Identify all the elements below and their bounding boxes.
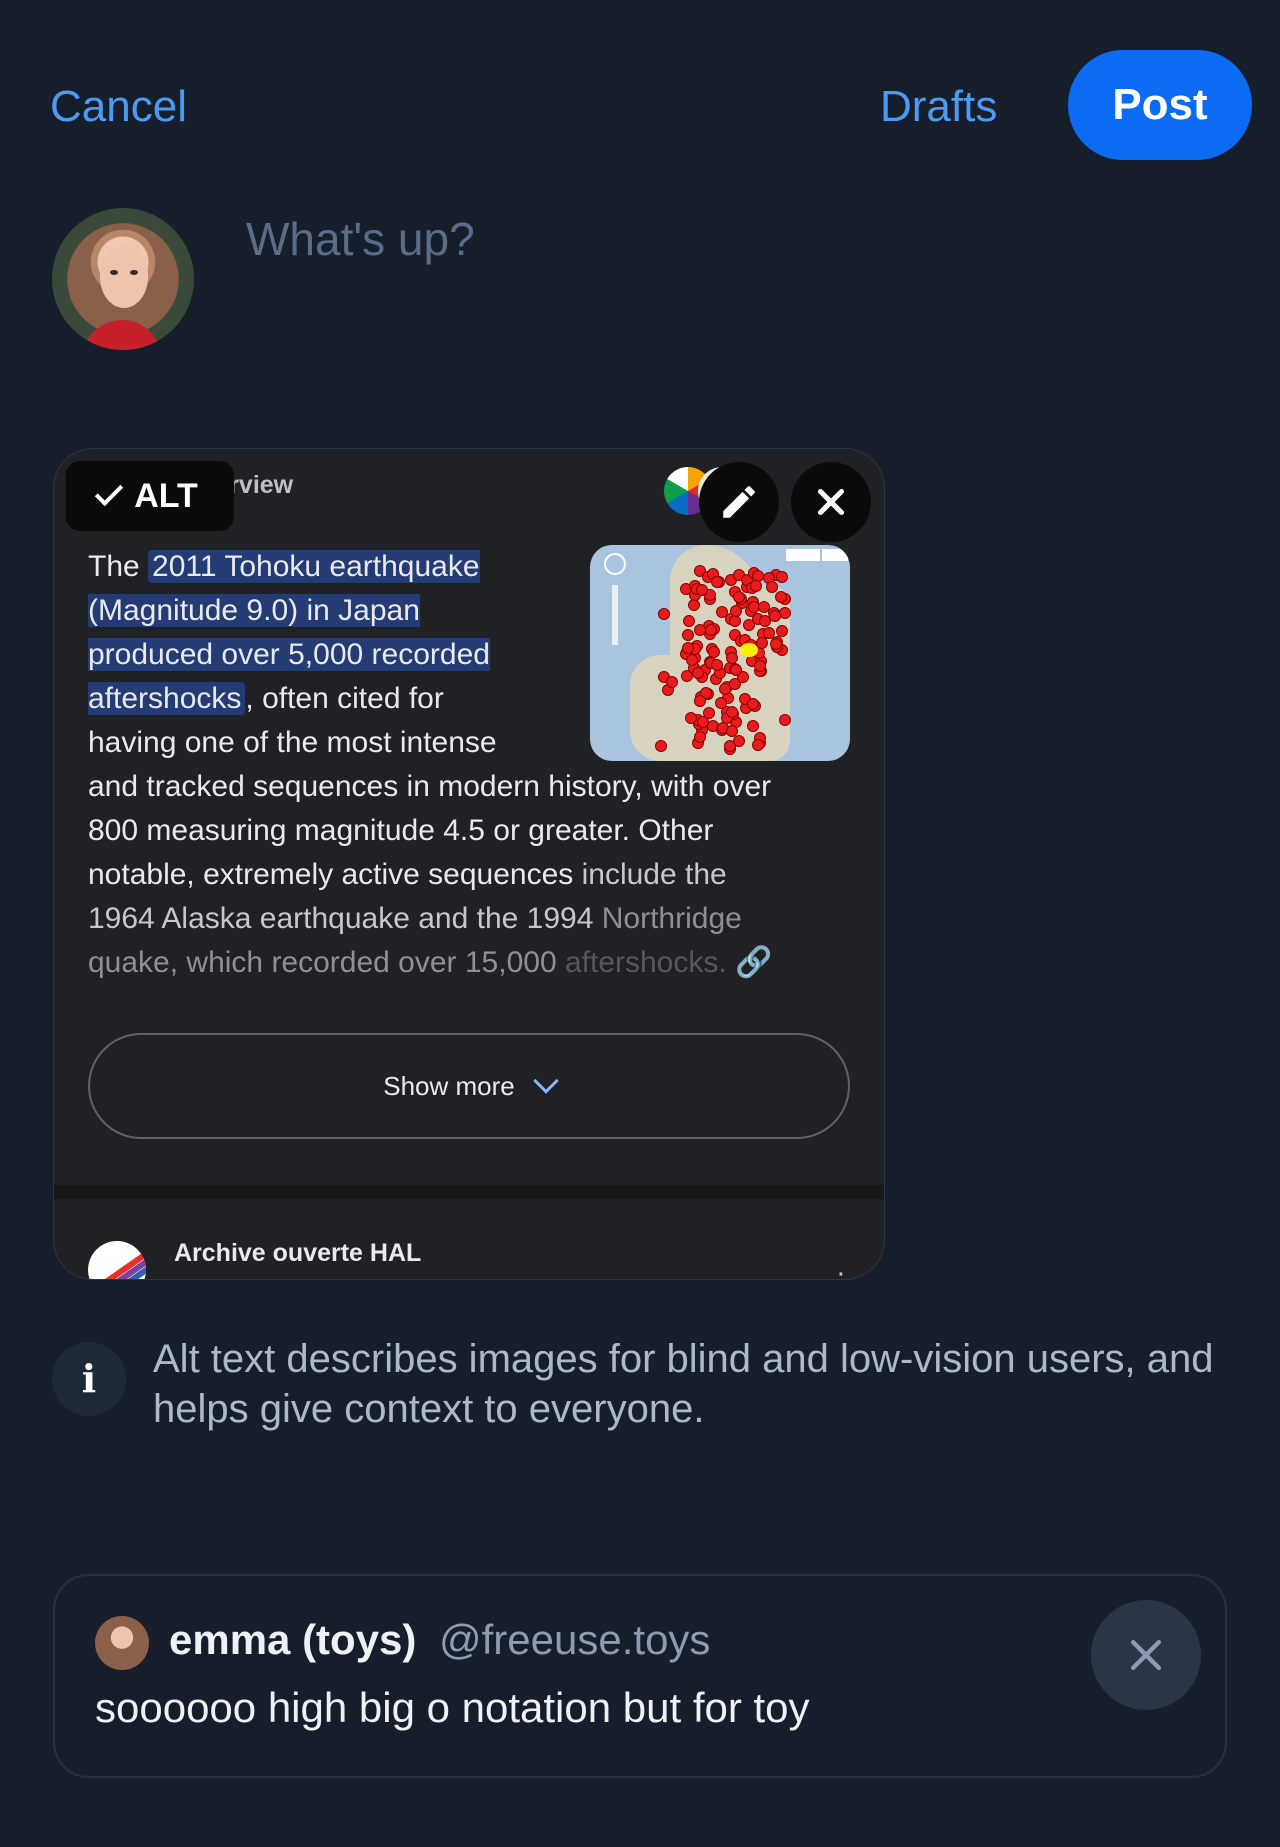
satellite-type-button bbox=[822, 549, 848, 561]
quoted-display-name: emma (toys) bbox=[169, 1616, 417, 1663]
chevron-down-icon bbox=[533, 1068, 559, 1094]
remove-image-button[interactable] bbox=[791, 462, 871, 542]
link-icon: 🔗 bbox=[726, 946, 773, 979]
show-more-label: Show more bbox=[383, 1070, 515, 1101]
avatar-shirt bbox=[82, 320, 162, 350]
remove-quote-button[interactable] bbox=[1091, 1600, 1201, 1710]
hal-logo bbox=[88, 1241, 146, 1279]
avatar-face bbox=[100, 246, 148, 308]
ai-overview-text: The 2011 Tohoku earthquake (Magnitude 9.… bbox=[88, 545, 778, 985]
more-options-icon: ⋮ bbox=[828, 1267, 854, 1279]
close-icon bbox=[1130, 1639, 1162, 1671]
info-icon: i bbox=[52, 1342, 126, 1416]
paragraph-text-faded: aftershocks. bbox=[564, 946, 727, 979]
compose-header: Cancel Drafts Post bbox=[0, 0, 1280, 200]
source-title: Archive ouverte HAL bbox=[174, 1239, 422, 1267]
post-text-input[interactable]: What's up? bbox=[246, 212, 475, 266]
edit-image-button[interactable] bbox=[699, 462, 779, 542]
section-divider bbox=[54, 1185, 884, 1199]
attached-image[interactable]: ✦ AI Overview W 5 The 2011 Tohoku earthq… bbox=[53, 448, 885, 1280]
quoted-handle: @freeuse.toys bbox=[439, 1616, 711, 1663]
quoted-user-avatar bbox=[95, 1616, 149, 1670]
alt-badge[interactable]: ALT bbox=[66, 461, 234, 531]
user-avatar[interactable] bbox=[52, 208, 194, 350]
drafts-button[interactable]: Drafts bbox=[880, 82, 997, 132]
paragraph-lead: The bbox=[88, 550, 149, 583]
post-button[interactable]: Post bbox=[1068, 50, 1252, 160]
avatar-eye bbox=[110, 270, 118, 275]
alt-text-info: Alt text describes images for blind and … bbox=[153, 1337, 1214, 1431]
map-type-button bbox=[786, 549, 820, 561]
pencil-icon bbox=[723, 486, 755, 518]
quoted-post[interactable]: emma (toys) @freeuse.toys soooooo high b… bbox=[53, 1574, 1227, 1778]
cancel-button[interactable]: Cancel bbox=[50, 82, 187, 132]
show-more-button[interactable]: Show more bbox=[88, 1033, 850, 1139]
close-icon bbox=[817, 488, 845, 516]
alt-label: ALT bbox=[134, 476, 198, 515]
avatar-eye bbox=[130, 270, 138, 275]
check-icon bbox=[95, 477, 124, 507]
quoted-text: soooooo high big o notation but for toy bbox=[95, 1684, 810, 1731]
